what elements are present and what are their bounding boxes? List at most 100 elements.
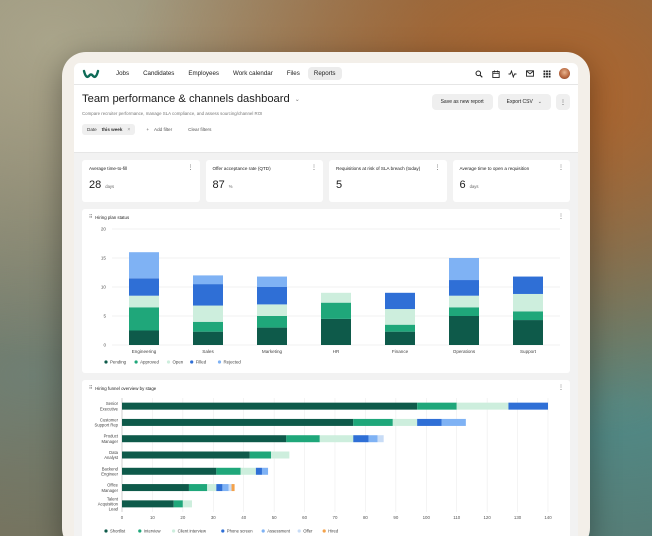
kpi-value: 87 xyxy=(212,179,225,191)
bar-segment xyxy=(193,284,223,306)
bar-segment xyxy=(368,435,378,443)
y-tick-label-line: Executive xyxy=(100,406,119,411)
bar-segment xyxy=(193,321,223,332)
plus-icon: + xyxy=(146,127,150,132)
y-tick-label: Office Manager xyxy=(101,483,118,493)
more-options-icon[interactable]: ⋮ xyxy=(558,165,564,171)
x-tick-label: 110 xyxy=(453,515,461,520)
bar-segment xyxy=(319,435,354,443)
x-tick-label: 40 xyxy=(241,515,246,520)
tablet-frame: Jobs Candidates Employees Work calendar … xyxy=(62,52,590,536)
bar-segment xyxy=(385,331,415,345)
bar-segment xyxy=(122,467,217,475)
user-avatar[interactable] xyxy=(559,68,570,79)
bar-segment xyxy=(513,276,543,294)
add-filter-label: Add filter xyxy=(154,127,173,132)
hiring-plan-chart: 0 5 10 15 20 Engineering Sales Marketing HR Finan… xyxy=(101,227,560,365)
calendar-icon[interactable] xyxy=(491,69,500,78)
bar-segment xyxy=(207,484,217,492)
x-tick-label: HR xyxy=(333,349,340,354)
nav-candidates[interactable]: Candidates xyxy=(137,67,180,80)
hiring-funnel-panel: ⠿ Hiring funnel overview by stage ⋮ 0 10 2… xyxy=(82,380,570,536)
date-filter-chip[interactable]: Date this week × xyxy=(82,124,136,135)
legend-swatch xyxy=(190,360,194,364)
kpi-label: Requisitions at risk of SLA breach (toda… xyxy=(336,166,421,171)
bar-segment xyxy=(449,295,479,308)
legend-swatch xyxy=(166,360,171,364)
bar-segment xyxy=(456,402,509,410)
x-tick-label: Sales xyxy=(202,349,214,354)
legend-label: Offer xyxy=(303,529,313,534)
bar-segment xyxy=(513,293,543,312)
search-icon[interactable] xyxy=(474,69,483,78)
y-tick-label: Product Manager xyxy=(101,434,118,444)
bar-segment xyxy=(257,276,287,287)
x-tick-label: Finance xyxy=(392,349,409,354)
bar-segment xyxy=(353,418,393,426)
bar-segment xyxy=(385,324,415,332)
legend-label: Shortlist xyxy=(110,529,126,534)
save-report-button[interactable]: Save as new report xyxy=(431,94,493,110)
y-tick-label: Senior Executive xyxy=(100,401,119,411)
bar-segment xyxy=(417,402,457,410)
app-screen: Jobs Candidates Employees Work calendar … xyxy=(74,63,578,536)
more-options-icon[interactable]: ⋮ xyxy=(435,165,441,171)
activity-icon[interactable] xyxy=(508,69,517,78)
legend-swatch xyxy=(172,529,176,533)
legend-label: Phone screen xyxy=(227,529,254,534)
bar-segment xyxy=(508,402,548,410)
y-tick-label-line: Manager xyxy=(101,488,118,493)
x-tick-label: 70 xyxy=(333,515,338,520)
bar-segment xyxy=(231,484,235,492)
nav-employees[interactable]: Employees xyxy=(182,67,225,80)
bar-segment xyxy=(353,435,369,443)
x-tick-label: 10 xyxy=(150,515,155,520)
bar-segment xyxy=(441,418,466,426)
chevron-down-icon[interactable]: ⌄ xyxy=(295,96,300,103)
kpi-label: Average time-to-fill xyxy=(89,166,128,171)
bar-segment xyxy=(321,292,351,303)
page-title: Team performance & channels dashboard xyxy=(82,93,290,105)
more-options-icon[interactable]: ⋮ xyxy=(188,165,194,171)
y-tick-label: Backend Engineer xyxy=(101,466,118,476)
x-tick-label: 80 xyxy=(363,515,368,520)
add-filter-button[interactable]: + Add filter xyxy=(141,124,177,135)
nav-jobs[interactable]: Jobs xyxy=(110,67,135,80)
legend-swatch xyxy=(138,529,142,533)
clear-filters-button[interactable]: Clear filters xyxy=(183,124,216,135)
x-tick-label: 140 xyxy=(544,515,552,520)
nav-reports[interactable]: Reports xyxy=(307,67,342,80)
grid-icon[interactable] xyxy=(542,69,551,78)
nav-work-calendar[interactable]: Work calendar xyxy=(227,67,279,80)
filter-bar: Date this week × + Add filter Clear filt… xyxy=(82,124,570,135)
nav-files[interactable]: Files xyxy=(281,67,306,80)
legend-swatch xyxy=(104,529,108,533)
x-tick-label: Marketing xyxy=(262,349,283,354)
close-icon[interactable]: × xyxy=(127,127,130,133)
legend-swatch xyxy=(134,360,138,364)
page-subtitle: Compare recruiter performance, manage SL… xyxy=(82,111,263,116)
brand-logo[interactable] xyxy=(82,67,100,81)
more-options-icon[interactable]: ⋮ xyxy=(311,165,317,171)
kpi-value: 5 xyxy=(336,179,343,191)
x-tick-label: Support xyxy=(520,349,537,354)
legend-label: Rejected xyxy=(224,360,242,365)
export-csv-button[interactable]: Export CSV ⌄ xyxy=(497,94,551,110)
legend-swatch xyxy=(322,529,326,533)
bar-segment xyxy=(417,418,442,426)
y-tick-label-line: Manager xyxy=(101,439,118,444)
kpi-card: Average time to open a requisition 6 days… xyxy=(452,160,570,202)
mail-icon[interactable] xyxy=(525,69,534,78)
y-tick-label-line: Lead xyxy=(109,507,119,512)
x-tick-label: Engineering xyxy=(132,349,157,354)
bar-segment xyxy=(122,435,287,443)
bar-segment xyxy=(193,331,223,345)
kpi-card: Offer acceptance rate (QTD) 87% ⋮ xyxy=(205,160,323,202)
y-tick-label: 5 xyxy=(103,314,106,319)
legend-label: Approved xyxy=(140,360,159,365)
bar-segment xyxy=(321,318,351,345)
x-tick-label: 130 xyxy=(514,515,522,520)
y-tick-label: Talent Acquisition Lead xyxy=(98,496,119,511)
bar-segment xyxy=(449,258,479,281)
more-options-icon[interactable]: ⋮ xyxy=(556,94,570,110)
